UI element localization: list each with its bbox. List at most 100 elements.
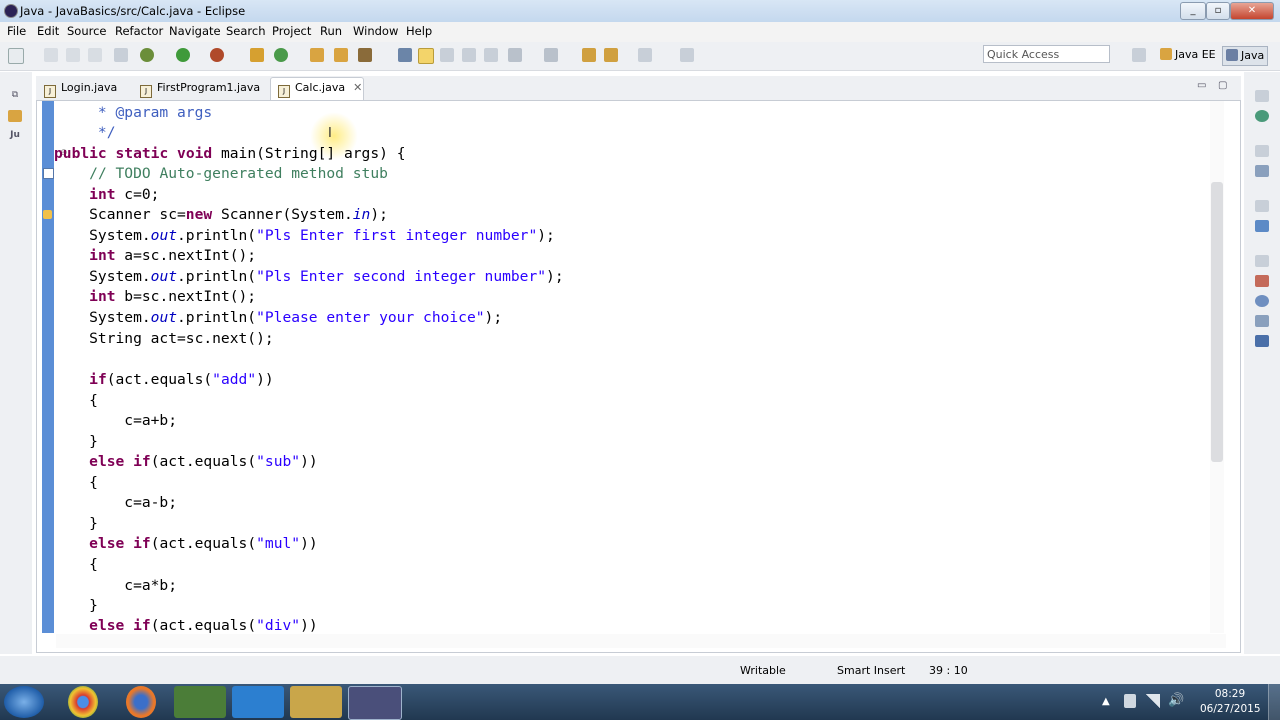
open-perspective-icon[interactable]: [1132, 48, 1146, 62]
utorrent-icon[interactable]: [174, 686, 226, 718]
previous-annotation-icon[interactable]: [544, 48, 558, 62]
back-icon[interactable]: [582, 48, 596, 62]
menu-file[interactable]: File: [7, 24, 26, 38]
code-line: else if(act.equals("mul")): [89, 535, 318, 552]
warning-marker-icon: [43, 210, 52, 219]
package-explorer-icon[interactable]: [8, 110, 22, 122]
junit-icon[interactable]: Ju: [8, 130, 22, 142]
paragraph-icon[interactable]: [484, 48, 498, 62]
skype-icon[interactable]: [232, 686, 284, 718]
code-line: int b=sc.nextInt();: [89, 288, 257, 305]
code-line: if(act.equals("add")): [89, 371, 274, 388]
volume-icon[interactable]: 🔊: [1168, 693, 1184, 708]
code-line: */: [54, 124, 116, 141]
show-whitespace-icon[interactable]: [462, 48, 476, 62]
save-icon[interactable]: [44, 48, 58, 62]
quick-access-input[interactable]: Quick Access: [983, 45, 1110, 63]
console-icon[interactable]: [1255, 335, 1269, 347]
refresh-icon[interactable]: [274, 48, 288, 62]
close-button[interactable]: ✕: [1230, 2, 1274, 20]
menu-source[interactable]: Source: [67, 24, 107, 38]
status-bar: [0, 656, 1280, 684]
open-type-icon[interactable]: [310, 48, 324, 62]
block-selection-icon[interactable]: [440, 48, 454, 62]
eclipse-taskbar-icon[interactable]: [348, 686, 402, 720]
task-list-icon[interactable]: [1255, 110, 1269, 122]
tab-label: Calc.java: [295, 81, 346, 94]
show-hidden-icons[interactable]: ▲: [1102, 696, 1110, 707]
horizontal-scrollbar[interactable]: [56, 634, 1226, 648]
task-marker-icon: [43, 168, 54, 179]
start-button[interactable]: [4, 686, 44, 718]
minimize-editor-icon[interactable]: ▭: [1197, 80, 1206, 91]
tab-login-java[interactable]: J Login.java: [44, 78, 117, 98]
declaration-icon[interactable]: [1255, 315, 1269, 327]
hierarchy-icon[interactable]: [1255, 220, 1269, 232]
window-title: Java - JavaBasics/src/Calc.java - Eclips…: [20, 4, 246, 18]
vertical-scrollbar-thumb[interactable]: [1211, 182, 1223, 462]
show-desktop-button[interactable]: [1268, 684, 1280, 720]
skip-breakpoints-icon[interactable]: [114, 48, 128, 62]
run-icon[interactable]: [176, 48, 190, 62]
toggle-mark-occurrences-icon[interactable]: [398, 48, 412, 62]
debug-icon[interactable]: [140, 48, 154, 62]
backward-icon[interactable]: [604, 48, 618, 62]
menu-navigate[interactable]: Navigate: [169, 24, 221, 38]
print-icon[interactable]: [88, 48, 102, 62]
save-all-icon[interactable]: [66, 48, 80, 62]
tab-calc-java[interactable]: J Calc.java ✕: [278, 78, 362, 98]
menu-search[interactable]: Search: [226, 24, 266, 38]
external-tools-icon[interactable]: [210, 48, 224, 62]
new-icon[interactable]: [8, 48, 24, 64]
toggle-highlight-icon[interactable]: [418, 48, 434, 64]
code-line: {: [54, 474, 98, 491]
problems-icon[interactable]: [1255, 275, 1269, 287]
new-server-icon[interactable]: [250, 48, 264, 62]
menu-project[interactable]: Project: [272, 24, 311, 38]
perspective-javaee-button[interactable]: Java EE: [1160, 46, 1216, 64]
code-line: {: [54, 392, 98, 409]
menu-run[interactable]: Run: [320, 24, 342, 38]
maximize-editor-icon[interactable]: ▢: [1218, 80, 1227, 91]
code-line: else if(act.equals("sub")): [89, 453, 318, 470]
system-clock[interactable]: 08:29 06/27/2015: [1200, 687, 1261, 717]
minimize-button[interactable]: _: [1180, 2, 1206, 20]
code-line: int a=sc.nextInt();: [89, 247, 257, 264]
code-line: c=a-b;: [54, 494, 178, 511]
java-file-icon: J: [140, 85, 152, 98]
menu-window[interactable]: Window: [353, 24, 398, 38]
perspective-java-button[interactable]: Java: [1222, 46, 1269, 66]
perspective-java-label: Java: [1241, 49, 1265, 62]
pin-editor-icon[interactable]: [680, 48, 694, 62]
menu-edit[interactable]: Edit: [37, 24, 59, 38]
restore-icon[interactable]: [1255, 145, 1269, 157]
status-cursor-position: 39 : 10: [929, 664, 968, 677]
eclipse-logo-icon: [4, 4, 18, 18]
code-line: int c=0;: [89, 186, 160, 203]
file-explorer-icon[interactable]: [290, 686, 342, 718]
restore-icon[interactable]: ⧉: [8, 90, 22, 102]
network-icon[interactable]: [1146, 694, 1160, 708]
code-line: }: [54, 597, 98, 614]
restore-icon[interactable]: [1255, 200, 1269, 212]
perspective-javaee-label: Java EE: [1175, 48, 1216, 61]
java-file-icon: J: [44, 85, 56, 98]
firefox-icon[interactable]: [126, 686, 156, 718]
search-icon[interactable]: [358, 48, 372, 62]
power-icon[interactable]: [1124, 694, 1136, 708]
outline-icon[interactable]: [1255, 165, 1269, 177]
tab-firstprogram1-java[interactable]: J FirstProgram1.java: [140, 78, 260, 98]
open-task-icon[interactable]: [334, 48, 348, 62]
chrome-icon[interactable]: [68, 686, 98, 718]
restore-icon[interactable]: [1255, 90, 1269, 102]
menu-refactor[interactable]: Refactor: [115, 24, 163, 38]
maximize-button[interactable]: ▫: [1206, 2, 1230, 20]
next-annotation-icon[interactable]: [508, 48, 522, 62]
restore-icon[interactable]: [1255, 255, 1269, 267]
close-tab-icon[interactable]: ✕: [353, 81, 362, 94]
code-line: public static void main(String[] args) {: [54, 145, 406, 162]
menu-help[interactable]: Help: [406, 24, 432, 38]
javadoc-icon[interactable]: [1255, 295, 1269, 307]
code-line: c=a*b;: [54, 577, 178, 594]
forward-icon[interactable]: [638, 48, 652, 62]
